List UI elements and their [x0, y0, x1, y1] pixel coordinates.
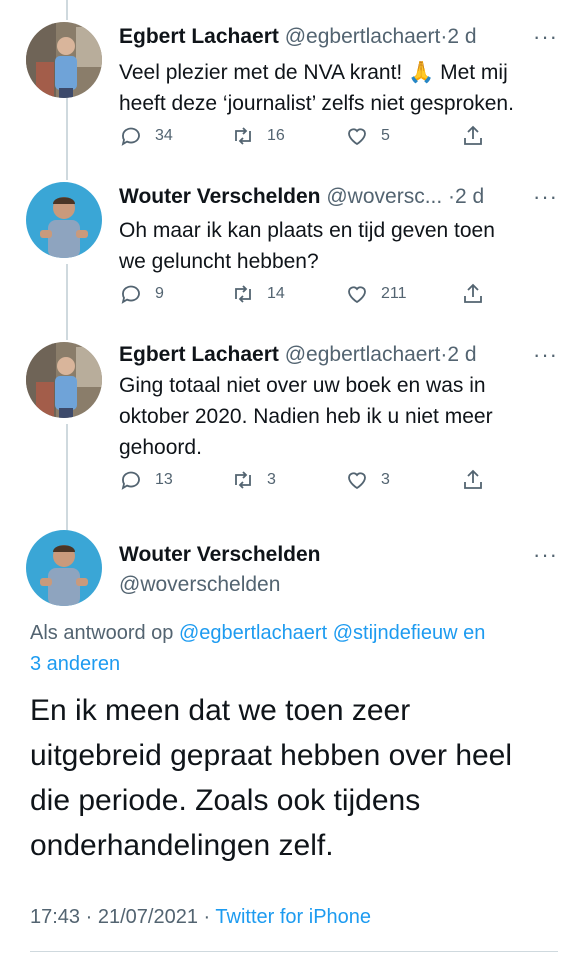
- share-button[interactable]: [461, 282, 497, 306]
- tweet-text-line: gehoord.: [119, 436, 202, 459]
- separator: ·: [85, 906, 93, 928]
- person-photo-icon: [26, 182, 102, 258]
- tweet-text-line: we geluncht hebben?: [119, 250, 319, 273]
- like-button[interactable]: 5: [345, 124, 390, 148]
- more-icon[interactable]: ···: [533, 184, 558, 210]
- author-handle[interactable]: @egbertlachaert: [285, 25, 441, 48]
- like-icon: [348, 128, 366, 146]
- tweet[interactable]: Egbert Lachaert @egbertlachaert·2 d ··· …: [0, 342, 588, 502]
- share-button[interactable]: [461, 124, 497, 148]
- share-button[interactable]: [461, 468, 497, 492]
- retweet-count: 3: [267, 471, 276, 488]
- others-link[interactable]: 3 anderen: [30, 653, 120, 675]
- tweet-text-line: heeft deze ‘journalist’ zelfs niet gespr…: [119, 92, 514, 115]
- retweet-count: 16: [267, 127, 285, 144]
- reply-button[interactable]: 13: [119, 468, 173, 492]
- thread-line: [66, 0, 68, 20]
- reply-context: Als antwoord op @egbertlachaert @stijnde…: [30, 618, 570, 680]
- share-icon: [464, 469, 482, 489]
- tweet-actions: 13 3 3: [119, 468, 519, 496]
- mention-link[interactable]: @egbertlachaert: [179, 622, 327, 644]
- tweet[interactable]: Egbert Lachaert @egbertlachaert·2 d ··· …: [0, 22, 588, 162]
- tweet-time[interactable]: 17:43: [30, 906, 80, 928]
- main-tweet: Wouter Verschelden @woverschelden ··· Al…: [0, 530, 588, 950]
- reply-prefix: Als antwoord op: [30, 622, 174, 644]
- retweet-button[interactable]: 16: [231, 124, 285, 148]
- reply-icon: [121, 471, 140, 490]
- tweet-text-line: uitgebreid gepraat hebben over heel: [30, 739, 513, 772]
- tweet-text-line: die periode. Zoals ook tijdens: [30, 784, 421, 817]
- timestamp[interactable]: 2 d: [447, 25, 476, 48]
- tweet[interactable]: Wouter Verschelden @woversc... ·2 d ··· …: [0, 182, 588, 322]
- person-photo-icon: [26, 530, 102, 606]
- retweet-button[interactable]: 3: [231, 468, 276, 492]
- avatar[interactable]: [26, 182, 102, 258]
- share-icon: [464, 283, 482, 303]
- like-button[interactable]: 3: [345, 468, 390, 492]
- reply-button[interactable]: 34: [119, 124, 173, 148]
- retweet-icon: [235, 285, 251, 303]
- reply-count: 34: [155, 127, 173, 144]
- separator: ·: [448, 185, 456, 208]
- reply-icon: [121, 285, 140, 304]
- tweet-text-line: oktober 2020. Nadien heb ik u niet meer: [119, 405, 493, 428]
- author-name[interactable]: Egbert Lachaert: [119, 25, 279, 48]
- like-count: 5: [381, 127, 390, 144]
- author-handle[interactable]: @woverschelden: [119, 573, 280, 597]
- person-photo-icon: [26, 342, 102, 418]
- author-handle[interactable]: @woversc...: [326, 185, 442, 208]
- like-count: 3: [381, 471, 390, 488]
- tweet-text-line: Oh maar ik kan plaats en tijd geven toen: [119, 219, 495, 242]
- tweet-header: Wouter Verschelden @woversc... ·2 d: [119, 185, 484, 209]
- tweet-actions: 9 14 211: [119, 282, 519, 310]
- reply-icon: [121, 127, 140, 146]
- retweet-icon: [235, 471, 251, 489]
- retweet-button[interactable]: 14: [231, 282, 285, 306]
- tweet-text: Veel plezier met de NVA krant! 🙏 Met mij…: [119, 57, 539, 119]
- more-icon[interactable]: ···: [533, 24, 558, 50]
- like-button[interactable]: 211: [345, 282, 407, 306]
- author-handle[interactable]: @egbertlachaert: [285, 343, 441, 366]
- like-icon: [348, 286, 366, 304]
- tweet-meta: 17:43 · 21/07/2021 · Twitter for iPhone: [30, 906, 371, 929]
- tweet-text-line: En ik meen dat we toen zeer: [30, 694, 411, 727]
- avatar[interactable]: [26, 22, 102, 98]
- reply-and[interactable]: en: [463, 622, 485, 644]
- more-icon[interactable]: ···: [533, 342, 558, 368]
- timestamp[interactable]: 2 d: [447, 343, 476, 366]
- tweet-text: En ik meen dat we toen zeer uitgebreid g…: [30, 688, 580, 868]
- tweet-text-line: Ging totaal niet over uw boek en was in: [119, 374, 486, 397]
- tweet-date[interactable]: 21/07/2021: [98, 906, 198, 928]
- tweet-header: Egbert Lachaert @egbertlachaert·2 d: [119, 343, 477, 367]
- tweet-header: Egbert Lachaert @egbertlachaert·2 d: [119, 25, 477, 49]
- reply-count: 9: [155, 285, 164, 302]
- author-name[interactable]: Wouter Verschelden: [119, 543, 321, 567]
- reply-button[interactable]: 9: [119, 282, 164, 306]
- avatar[interactable]: [26, 342, 102, 418]
- tweet-text-line: onderhandelingen zelf.: [30, 829, 334, 862]
- divider: [30, 951, 558, 952]
- more-icon[interactable]: ···: [533, 542, 558, 568]
- timestamp[interactable]: 2 d: [455, 185, 484, 208]
- avatar[interactable]: [26, 530, 102, 606]
- retweet-icon: [235, 127, 251, 145]
- tweet-text-line: Veel plezier met de NVA krant! 🙏 Met mij: [119, 61, 508, 84]
- like-count: 211: [381, 285, 407, 302]
- person-photo-icon: [26, 22, 102, 98]
- tweet-source-link[interactable]: Twitter for iPhone: [215, 906, 371, 928]
- share-icon: [464, 125, 482, 145]
- tweet-actions: 34 16 5: [119, 124, 519, 152]
- reply-count: 13: [155, 471, 173, 488]
- mention-link[interactable]: @stijndefieuw: [333, 622, 458, 644]
- separator: ·: [203, 906, 211, 928]
- retweet-count: 14: [267, 285, 285, 302]
- like-icon: [348, 472, 366, 490]
- author-name[interactable]: Egbert Lachaert: [119, 343, 279, 366]
- tweet-text: Ging totaal niet over uw boek en was in …: [119, 370, 539, 463]
- author-name[interactable]: Wouter Verschelden: [119, 185, 321, 208]
- tweet-text: Oh maar ik kan plaats en tijd geven toen…: [119, 215, 539, 277]
